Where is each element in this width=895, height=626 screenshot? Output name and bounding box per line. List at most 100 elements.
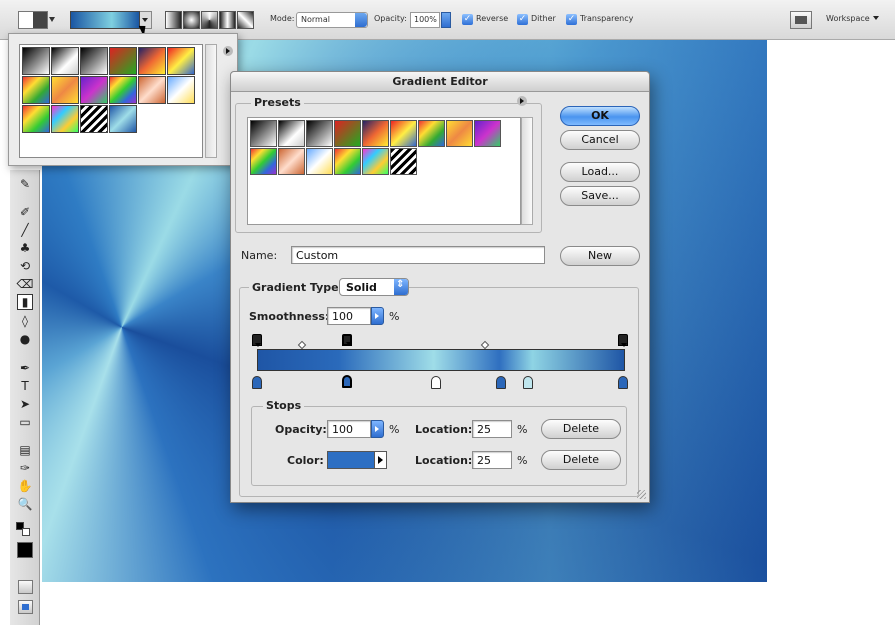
preset-swatch[interactable] bbox=[22, 47, 50, 75]
resize-grip-icon[interactable] bbox=[637, 490, 646, 499]
preset-swatch[interactable] bbox=[167, 76, 195, 104]
diamond-gradient-icon[interactable] bbox=[237, 11, 254, 29]
workspace-menu[interactable]: Workspace bbox=[826, 14, 879, 23]
dither-checkbox[interactable]: ✓ bbox=[517, 14, 528, 25]
history-brush-icon[interactable]: ⟲ bbox=[17, 258, 33, 274]
palette-well-icon[interactable] bbox=[790, 11, 812, 29]
opacity-stop-right[interactable] bbox=[618, 334, 628, 347]
radial-gradient-icon[interactable] bbox=[183, 11, 200, 29]
ok-button[interactable]: OK bbox=[560, 106, 640, 126]
color-stop[interactable] bbox=[252, 376, 262, 389]
save-button[interactable]: Save... bbox=[560, 186, 640, 206]
preset-swatch[interactable] bbox=[22, 105, 50, 133]
zoom-tool-icon[interactable]: 🔍 bbox=[17, 496, 33, 512]
preset-swatch[interactable] bbox=[334, 148, 361, 175]
preset-swatch[interactable] bbox=[362, 120, 389, 147]
presets-scrollbar[interactable] bbox=[521, 117, 533, 225]
preset-swatch[interactable] bbox=[51, 47, 79, 75]
color-stop[interactable] bbox=[496, 376, 506, 389]
preset-swatch[interactable] bbox=[109, 47, 137, 75]
color-location-field[interactable]: 25 bbox=[472, 451, 512, 469]
preset-swatch[interactable] bbox=[80, 47, 108, 75]
dodge-tool-icon[interactable]: ● bbox=[17, 331, 33, 347]
preset-swatch[interactable] bbox=[250, 120, 277, 147]
preset-swatch[interactable] bbox=[138, 47, 166, 75]
brush-tool-icon[interactable]: ✎ bbox=[17, 176, 33, 192]
opacity-stop-selected[interactable] bbox=[342, 334, 352, 346]
color-stop-selected[interactable] bbox=[342, 375, 352, 388]
stop-color-swatch[interactable] bbox=[327, 451, 375, 469]
preset-swatch[interactable] bbox=[446, 120, 473, 147]
reflected-gradient-icon[interactable] bbox=[219, 11, 236, 29]
eraser-icon[interactable]: ⌫ bbox=[17, 276, 34, 292]
gradient-tool-icon[interactable]: ▮ bbox=[17, 294, 33, 310]
mode-select[interactable]: Normal bbox=[296, 12, 368, 28]
gradient-bar[interactable] bbox=[257, 349, 625, 371]
preset-swatch[interactable] bbox=[109, 105, 137, 133]
standard-mode-icon[interactable] bbox=[18, 580, 33, 594]
preset-swatch[interactable] bbox=[109, 76, 137, 104]
smoothness-slider-button[interactable] bbox=[371, 307, 384, 325]
preset-swatch[interactable] bbox=[51, 105, 79, 133]
gradient-type-select[interactable]: Solid bbox=[339, 278, 409, 296]
preset-swatch[interactable] bbox=[167, 47, 195, 75]
preset-swatch[interactable] bbox=[418, 120, 445, 147]
notes-tool-icon[interactable]: ▤ bbox=[17, 442, 33, 458]
reverse-checkbox[interactable]: ✓ bbox=[462, 14, 473, 25]
preset-swatch[interactable] bbox=[474, 120, 501, 147]
opacity-input[interactable]: 100% bbox=[410, 12, 440, 28]
clone-stamp-icon[interactable]: ♣ bbox=[17, 240, 33, 256]
stop-opacity-field[interactable]: 100 bbox=[327, 420, 371, 438]
preset-swatch[interactable] bbox=[278, 148, 305, 175]
rectangle-tool-icon[interactable]: ▭ bbox=[17, 414, 33, 430]
healing-brush-icon[interactable]: ✐ bbox=[17, 204, 33, 220]
preset-swatch[interactable] bbox=[334, 120, 361, 147]
preset-swatch[interactable] bbox=[80, 105, 108, 133]
delete-opacity-stop-button[interactable]: Delete bbox=[541, 419, 621, 439]
gradient-picker-scrollbar[interactable] bbox=[205, 44, 217, 158]
opacity-stop-left[interactable] bbox=[252, 334, 262, 347]
preset-swatch[interactable] bbox=[306, 120, 333, 147]
screen-mode-icon[interactable] bbox=[18, 600, 33, 614]
preset-swatch[interactable] bbox=[22, 76, 50, 104]
new-button[interactable]: New bbox=[560, 246, 640, 266]
brush-icon[interactable]: ╱ bbox=[17, 222, 33, 238]
presets-menu-icon[interactable] bbox=[517, 96, 527, 106]
name-field[interactable]: Custom bbox=[291, 246, 545, 264]
swap-colors-icon[interactable] bbox=[22, 528, 30, 536]
preset-swatch[interactable] bbox=[278, 120, 305, 147]
hand-tool-icon[interactable]: ✋ bbox=[17, 478, 33, 494]
type-tool-icon[interactable]: T bbox=[17, 378, 33, 394]
eyedropper-icon[interactable]: ✑ bbox=[17, 460, 33, 476]
preset-swatch[interactable] bbox=[306, 148, 333, 175]
preset-swatch[interactable] bbox=[80, 76, 108, 104]
preset-swatch[interactable] bbox=[138, 76, 166, 104]
preset-swatch[interactable] bbox=[250, 148, 277, 175]
preset-swatch[interactable] bbox=[390, 148, 417, 175]
opacity-slider-button[interactable] bbox=[441, 12, 451, 28]
preset-swatch[interactable] bbox=[390, 120, 417, 147]
stop-opacity-slider-button[interactable] bbox=[371, 420, 384, 438]
linear-gradient-icon[interactable] bbox=[165, 11, 182, 29]
path-selection-icon[interactable]: ➤ bbox=[17, 396, 33, 412]
load-button[interactable]: Load... bbox=[560, 162, 640, 182]
preset-swatch[interactable] bbox=[362, 148, 389, 175]
delete-color-stop-button[interactable]: Delete bbox=[541, 450, 621, 470]
color-stop[interactable] bbox=[618, 376, 628, 389]
foreground-color-swatch[interactable] bbox=[17, 542, 33, 558]
color-stop[interactable] bbox=[431, 376, 441, 389]
pen-tool-icon[interactable]: ✒ bbox=[17, 360, 33, 376]
smoothness-percent: % bbox=[389, 310, 400, 323]
smoothness-field[interactable]: 100 bbox=[327, 307, 371, 325]
cancel-button[interactable]: Cancel bbox=[560, 130, 640, 150]
gradient-picker-menu-icon[interactable] bbox=[223, 46, 233, 56]
opacity-location-field[interactable]: 25 bbox=[472, 420, 512, 438]
tool-preset-picker-icon[interactable] bbox=[18, 11, 55, 29]
gradient-preview-swatch[interactable] bbox=[70, 11, 140, 29]
transparency-checkbox[interactable]: ✓ bbox=[566, 14, 577, 25]
angle-gradient-icon[interactable] bbox=[201, 11, 218, 29]
color-stop[interactable] bbox=[523, 376, 533, 389]
blur-tool-icon[interactable]: ◊ bbox=[17, 313, 33, 329]
preset-swatch[interactable] bbox=[51, 76, 79, 104]
stop-color-menu-icon[interactable] bbox=[375, 451, 387, 469]
